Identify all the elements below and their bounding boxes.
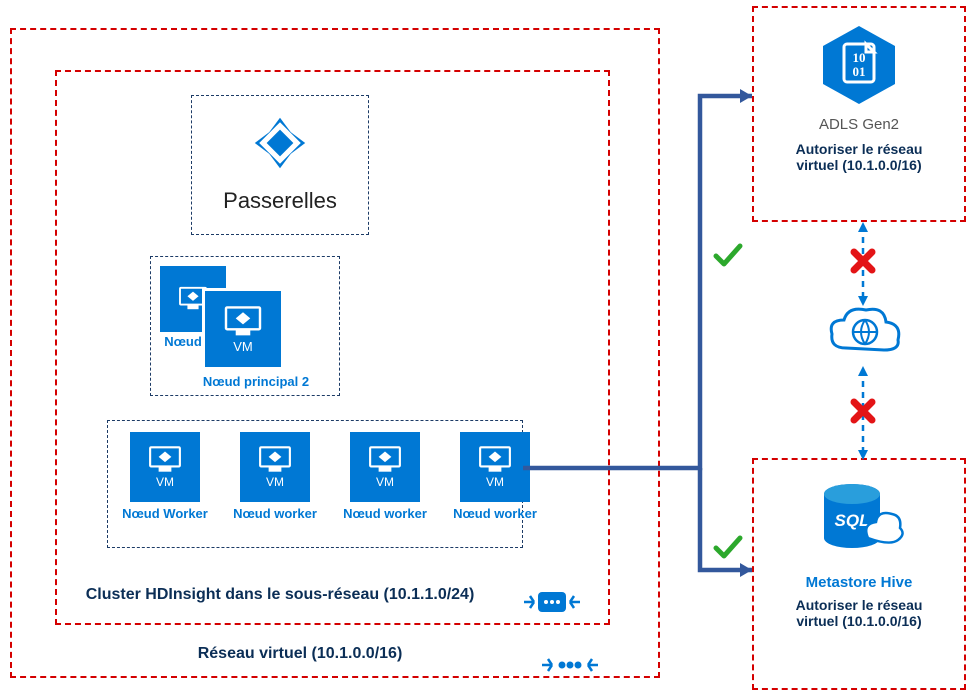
cross-bottom bbox=[850, 398, 876, 431]
worker-3-vm: VM bbox=[350, 432, 420, 502]
hive-title: Metastore Hive bbox=[806, 574, 913, 591]
gateways-label: Passerelles bbox=[223, 188, 337, 214]
worker-row: VM Nœud Worker VM Nœud worker VM Nœud wo… bbox=[120, 432, 540, 521]
worker-4: VM Nœud worker bbox=[450, 432, 540, 521]
adls-icon: 10 01 bbox=[816, 22, 902, 108]
headnode-1-label: Nœud bbox=[158, 334, 208, 349]
adls-auth-label: Autoriser le réseau virtuel (10.1.0.0/16… bbox=[774, 141, 944, 173]
worker-2-vm: VM bbox=[240, 432, 310, 502]
vnet-label: Réseau virtuel (10.1.0.0/16) bbox=[120, 645, 480, 663]
adls-box: 10 01 ADLS Gen2 Autoriser le réseau virt… bbox=[752, 6, 966, 222]
vm-text: VM bbox=[233, 339, 253, 354]
internet-icon bbox=[826, 304, 904, 366]
hive-box: SQL Metastore Hive Autoriser le réseau v… bbox=[752, 458, 966, 690]
worker-3: VM Nœud worker bbox=[340, 432, 430, 521]
headnode-2-label: Nœud principal 2 bbox=[186, 374, 326, 389]
svg-text:10: 10 bbox=[853, 50, 866, 65]
svg-text:SQL: SQL bbox=[835, 511, 870, 530]
worker-1-vm: VM bbox=[130, 432, 200, 502]
check-hive bbox=[712, 532, 744, 570]
worker-1: VM Nœud Worker bbox=[120, 432, 210, 521]
hive-auth-label: Autoriser le réseau virtuel (10.1.0.0/16… bbox=[774, 597, 944, 629]
sql-icon: SQL bbox=[814, 478, 904, 568]
check-adls bbox=[712, 240, 744, 278]
worker-4-vm: VM bbox=[460, 432, 530, 502]
adls-title: ADLS Gen2 bbox=[819, 116, 899, 133]
svg-text:01: 01 bbox=[853, 64, 866, 79]
headnode-2-vm: VM bbox=[202, 288, 284, 370]
gateway-icon bbox=[235, 104, 325, 182]
subnet-label: Cluster HDInsight dans le sous-réseau (1… bbox=[80, 586, 480, 604]
worker-2: VM Nœud worker bbox=[230, 432, 320, 521]
cross-top bbox=[850, 248, 876, 281]
gateways-box: Passerelles bbox=[191, 95, 369, 235]
